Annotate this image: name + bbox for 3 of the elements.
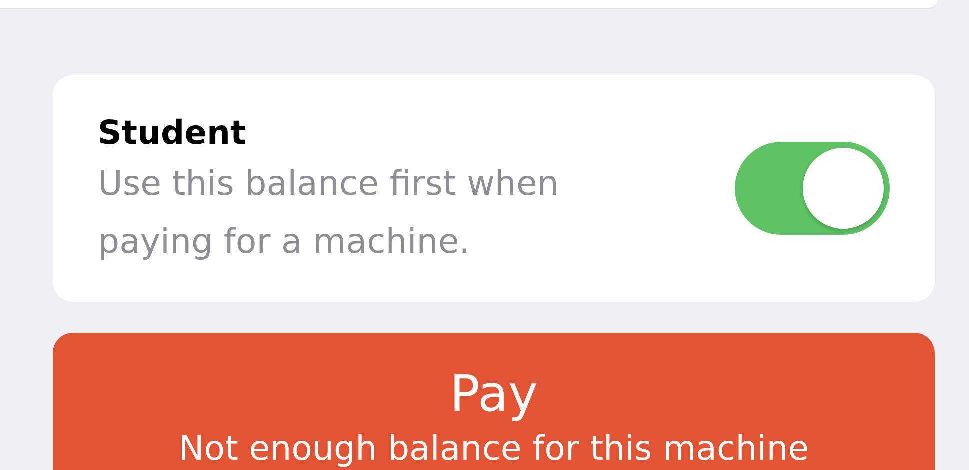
balance-description: Use this balance first when paying for a machine. — [98, 163, 560, 264]
balance-title: Student — [98, 113, 248, 153]
pay-button[interactable]: Pay Not enough balance for this machine — [53, 333, 935, 470]
